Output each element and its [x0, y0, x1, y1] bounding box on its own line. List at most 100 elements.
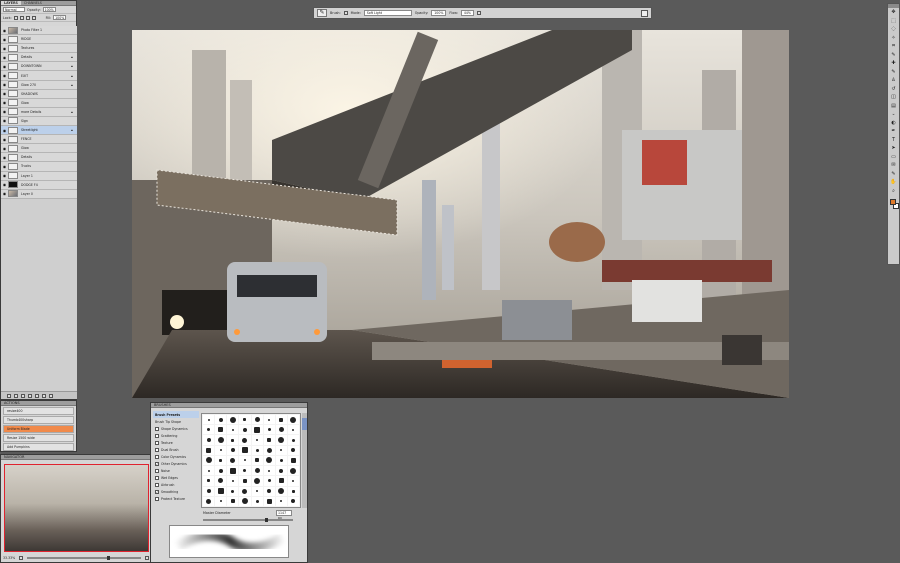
new-layer-icon[interactable]	[42, 393, 46, 398]
brush-preset-tile[interactable]	[239, 466, 251, 476]
brush-preset-tile[interactable]	[263, 486, 275, 496]
opacity-field[interactable]: 100%	[42, 7, 56, 12]
brushes-title[interactable]: BRUSHES	[151, 403, 307, 408]
path-select-icon[interactable]: ➤	[888, 144, 899, 153]
brush-preset-tile[interactable]	[239, 425, 251, 435]
layer-mask-icon[interactable]	[21, 393, 25, 398]
brush-preset-tile[interactable]	[275, 496, 287, 506]
lock-all-icon[interactable]	[31, 15, 36, 20]
palette-well-icon[interactable]	[641, 9, 648, 17]
crop-icon[interactable]: ⌗	[888, 42, 899, 51]
shape-icon[interactable]: ▭	[888, 153, 899, 162]
visibility-eye-icon[interactable]: ◉	[1, 109, 8, 114]
tool-opacity-field[interactable]: 100%	[431, 10, 447, 16]
layer-row[interactable]: ◉ Glow	[1, 98, 77, 108]
brush-option[interactable]: Brush Tip Shape	[153, 418, 199, 425]
brush-picker-icon[interactable]	[343, 11, 348, 15]
brush-preset-tile[interactable]	[227, 476, 239, 486]
mode-select[interactable]: Soft Light	[363, 10, 412, 16]
brush-preset-tile[interactable]	[215, 445, 227, 455]
layer-row[interactable]: ◉ Textures	[1, 44, 77, 54]
brush-preset-tile[interactable]	[287, 445, 299, 455]
visibility-eye-icon[interactable]: ◉	[1, 191, 8, 196]
brush-preset-tile[interactable]	[263, 415, 275, 425]
brush-preset-tile[interactable]	[287, 476, 299, 486]
brush-option[interactable]: Scattering	[153, 432, 199, 439]
brush-option-checkbox[interactable]: ✓	[155, 461, 159, 466]
brush-preset-tile[interactable]	[263, 435, 275, 445]
visibility-eye-icon[interactable]: ◉	[1, 55, 8, 60]
eyedropper2-icon[interactable]: ✎	[888, 170, 899, 179]
action-item[interactable]: Uniform Blade	[3, 425, 74, 433]
brush-option[interactable]: Texture	[153, 439, 199, 446]
dodge-icon[interactable]: ◐	[888, 119, 899, 128]
action-item[interactable]: resize400	[3, 407, 74, 415]
layer-row[interactable]: ◉ more Details 🔒︎	[1, 107, 77, 117]
brush-option[interactable]: Protect Texture	[153, 495, 199, 502]
brush-option-checkbox[interactable]	[155, 496, 159, 501]
adjustment-layer-icon[interactable]	[28, 393, 32, 398]
brush-preset-tile[interactable]	[251, 435, 263, 445]
brush-preset-tile[interactable]	[275, 455, 287, 466]
brush-preset-tile[interactable]	[227, 455, 239, 466]
action-item[interactable]: Thumb400sharp	[3, 416, 74, 424]
brush-preset-tile[interactable]	[227, 415, 239, 425]
brush-preset-tile[interactable]	[239, 445, 251, 455]
master-diameter-field[interactable]: 1147 px	[276, 510, 292, 520]
healing-icon[interactable]: ✚	[888, 59, 899, 68]
brush-preset-tile[interactable]	[239, 476, 251, 486]
layer-row[interactable]: ◉ Layer 0	[1, 189, 77, 199]
layer-row[interactable]: ◉ Glow	[1, 144, 77, 154]
lasso-icon[interactable]: ◌	[888, 25, 899, 34]
brush-preset-tile[interactable]	[227, 486, 239, 496]
visibility-eye-icon[interactable]: ◉	[1, 182, 8, 187]
gradient-icon[interactable]: ▤	[888, 102, 899, 111]
brush-preset-tile[interactable]	[203, 435, 215, 445]
brush-preset-tile[interactable]	[203, 445, 215, 455]
brush-preset-tile[interactable]	[275, 425, 287, 435]
magic-wand-icon[interactable]: ✧	[888, 34, 899, 43]
brush-grid-scrollbar[interactable]	[302, 413, 307, 508]
layer-row[interactable]: ◉ EXIT 🔒︎	[1, 71, 77, 81]
visibility-eye-icon[interactable]: ◉	[1, 28, 8, 33]
brush-preset-tile[interactable]	[227, 466, 239, 476]
brush-preset-tile[interactable]	[287, 486, 299, 496]
brush-preset-tile[interactable]	[239, 486, 251, 496]
notes-icon[interactable]: ✉	[888, 161, 899, 170]
brush-preset-tile[interactable]	[251, 425, 263, 435]
brush-preset-tile[interactable]	[203, 415, 215, 425]
brush-preset-tile[interactable]	[215, 486, 227, 496]
brush-preset-tile[interactable]	[203, 466, 215, 476]
layer-row[interactable]: ◉ Layer 1	[1, 171, 77, 181]
layer-row[interactable]: ◉ SHADOWS	[1, 89, 77, 99]
blur-icon[interactable]: 💧︎	[888, 110, 899, 119]
zoom-slider[interactable]	[27, 556, 141, 560]
brush-preset-tile[interactable]	[263, 466, 275, 476]
brush-preset-tile[interactable]	[227, 496, 239, 506]
brush-preset-tile[interactable]	[275, 445, 287, 455]
brush-option[interactable]: Shape Dynamics	[153, 425, 199, 432]
brush-option-checkbox[interactable]	[155, 475, 159, 480]
brush-preset-tile[interactable]	[239, 455, 251, 466]
layer-row[interactable]: ◉ Sign	[1, 116, 77, 127]
layer-row[interactable]: ◉ Details	[1, 153, 77, 163]
foreground-color-swatch[interactable]	[890, 199, 896, 205]
brush-preset-tile[interactable]	[263, 455, 275, 466]
brush-preset-tile[interactable]	[215, 466, 227, 476]
visibility-eye-icon[interactable]: ◉	[1, 82, 8, 87]
brush-preset-tile[interactable]	[251, 486, 263, 496]
brush-preset-tile[interactable]	[203, 425, 215, 435]
layer-row[interactable]: ◉ FENCE	[1, 135, 77, 145]
airbrush-toggle-icon[interactable]	[476, 11, 481, 15]
brush-preset-tile[interactable]	[263, 425, 275, 435]
brush-preset-tile[interactable]	[239, 496, 251, 506]
zoom-in-icon[interactable]	[145, 556, 149, 560]
brush-preset-tile[interactable]	[251, 455, 263, 466]
lock-pixels-icon[interactable]	[19, 15, 24, 20]
brush-option[interactable]: Noise	[153, 467, 199, 474]
navigator-view-box[interactable]	[4, 464, 149, 552]
layer-row[interactable]: ◉ Details 🔒︎	[1, 53, 77, 63]
brush-preset-tile[interactable]	[287, 415, 299, 425]
master-diameter-slider[interactable]	[203, 518, 293, 522]
hand-icon[interactable]: ✋	[888, 178, 899, 187]
